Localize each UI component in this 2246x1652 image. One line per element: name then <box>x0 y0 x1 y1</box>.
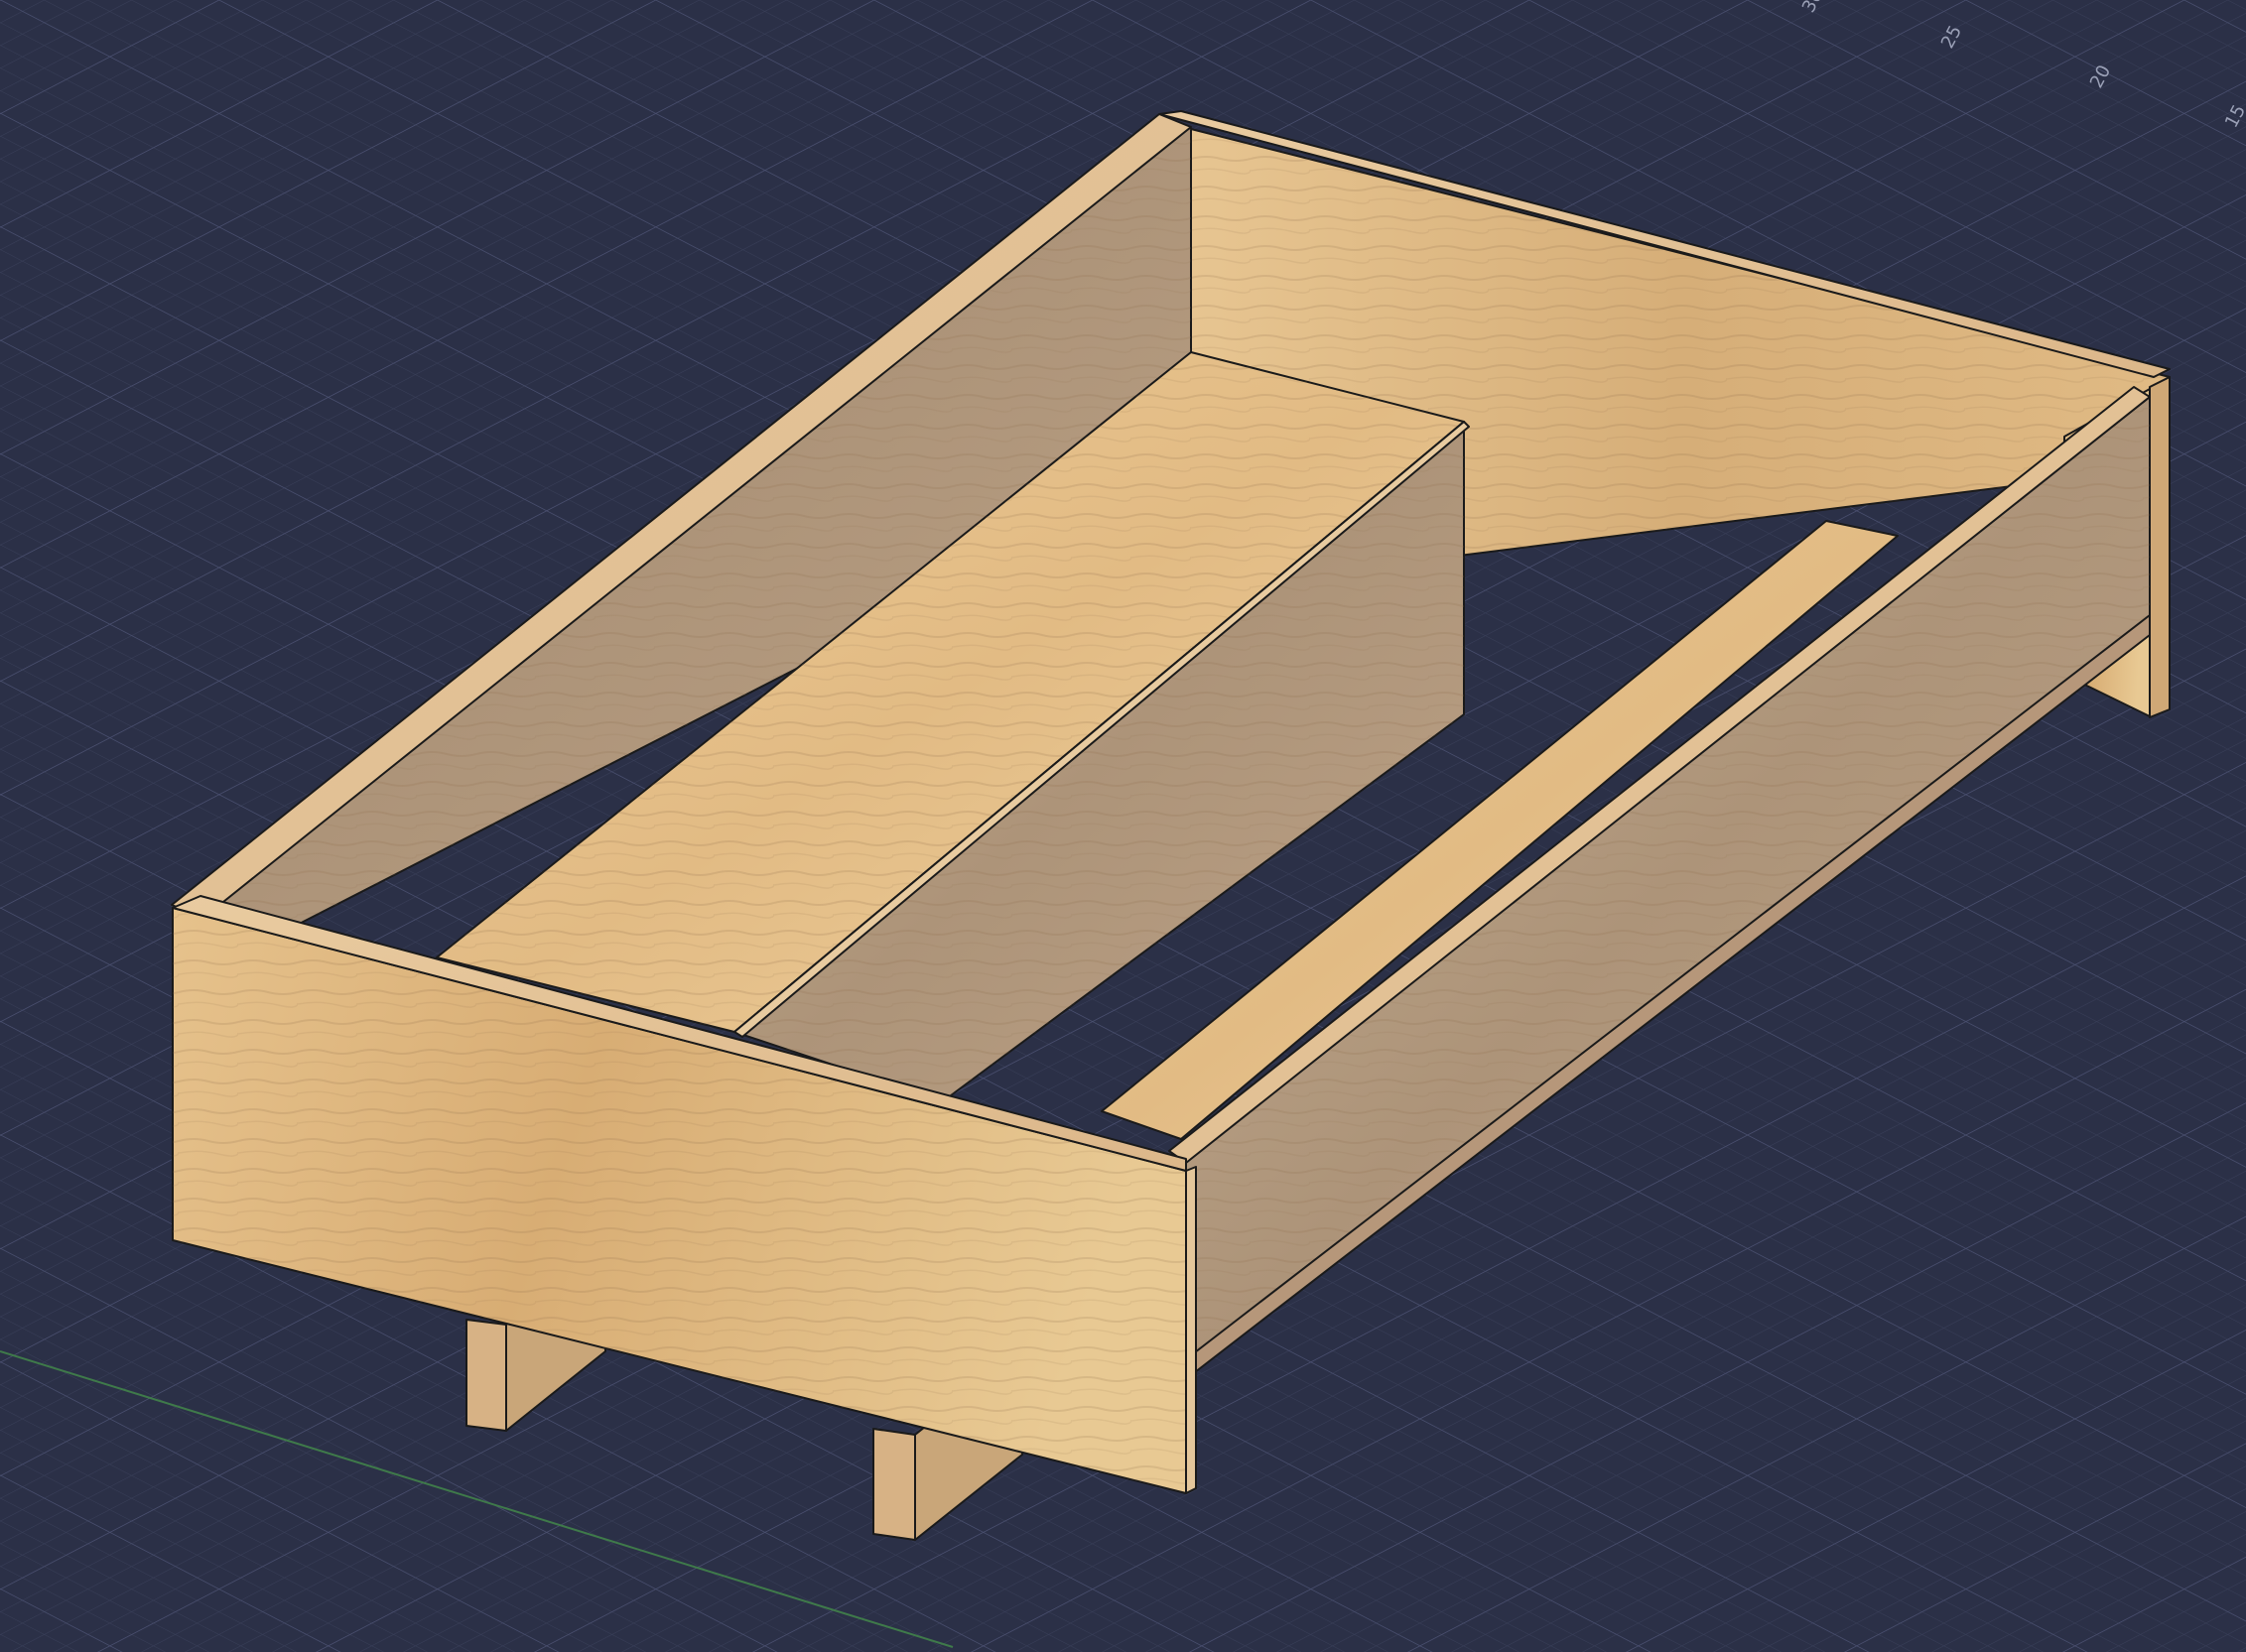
viewport-canvas[interactable]: 30 25 20 15 <box>0 0 2246 1652</box>
front-mid-leg[interactable] <box>872 1428 916 1541</box>
front-panel-right-edge <box>1185 1166 1197 1494</box>
right-end-panel[interactable] <box>2149 376 2171 718</box>
front-left-leg[interactable] <box>465 1319 507 1432</box>
cad-viewport[interactable]: 30 25 20 15 <box>0 0 2246 1652</box>
